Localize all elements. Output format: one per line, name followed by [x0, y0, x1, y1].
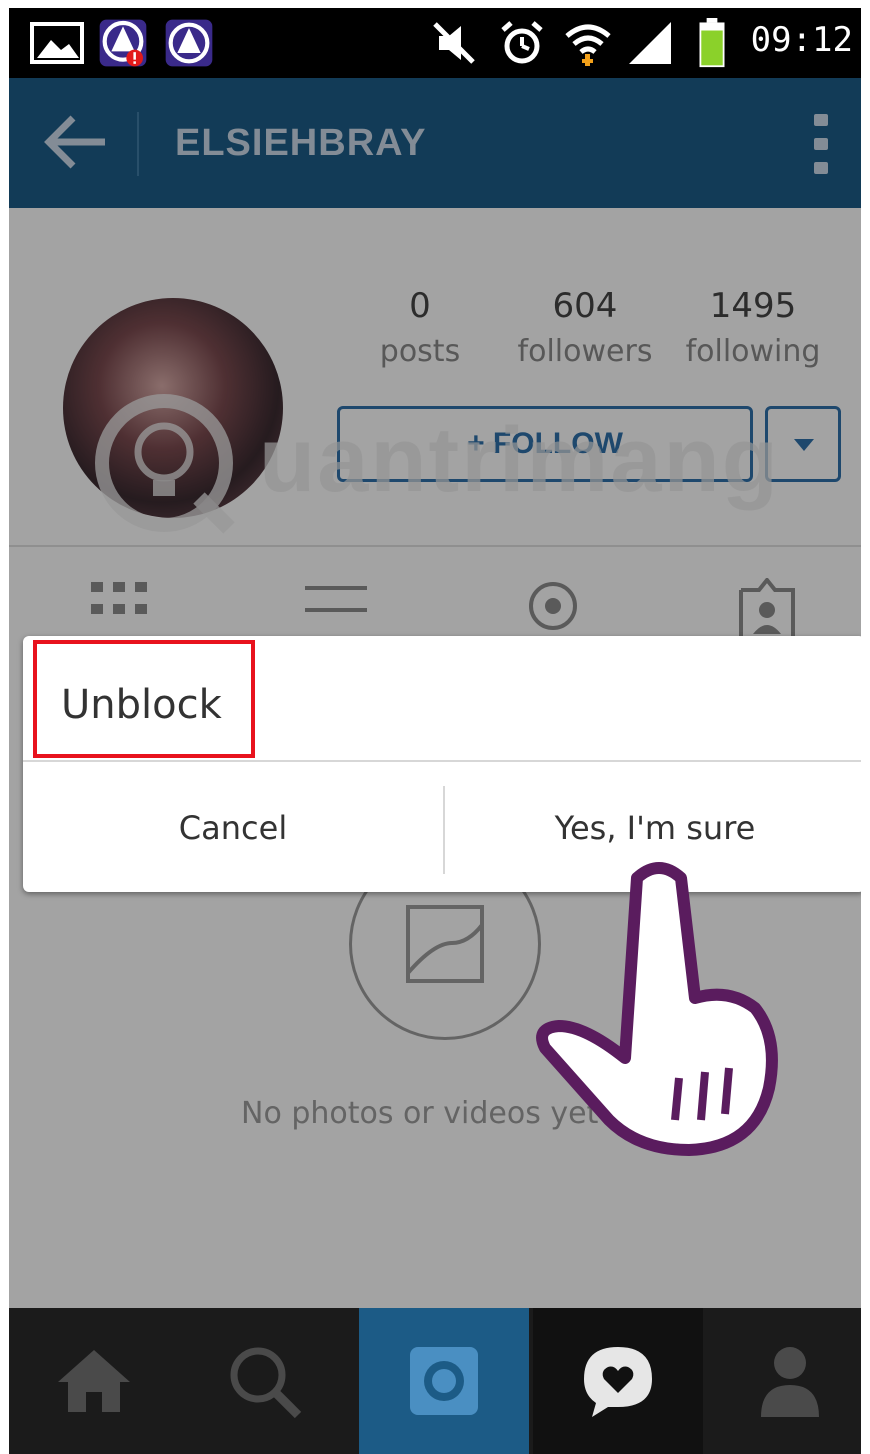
status-bar: 09:12	[9, 8, 861, 78]
dialog-title: Unblock	[61, 682, 222, 728]
activity-heart-icon	[584, 1347, 652, 1417]
home-icon	[58, 1350, 130, 1412]
search-icon	[230, 1347, 302, 1419]
app-alert-icon	[99, 19, 147, 67]
mute-icon	[433, 22, 475, 64]
clock: 09:12	[750, 20, 853, 60]
camera-icon	[410, 1347, 478, 1415]
gallery-icon	[30, 22, 84, 64]
app-icon	[165, 19, 213, 67]
nav-home[interactable]	[9, 1308, 179, 1454]
dialog-title-highlight: Unblock	[33, 640, 255, 758]
signal-icon	[629, 22, 671, 64]
dialog-divider	[23, 760, 861, 762]
unblock-dialog: Unblock Cancel Yes, I'm sure	[23, 636, 861, 892]
battery-icon	[699, 18, 725, 68]
profile-icon	[761, 1347, 819, 1417]
nav-camera[interactable]	[359, 1308, 529, 1454]
cancel-button[interactable]: Cancel	[23, 764, 443, 892]
nav-profile[interactable]	[705, 1308, 861, 1454]
wifi-icon	[565, 24, 611, 66]
alarm-icon	[501, 21, 543, 64]
nav-activity[interactable]	[533, 1308, 703, 1454]
screen: 09:12 ELSIEHBRAY 0 posts 604 followers 1…	[9, 8, 861, 1454]
pointing-hand-icon	[536, 862, 778, 1156]
bottom-nav	[9, 1308, 861, 1454]
nav-search[interactable]	[179, 1308, 349, 1454]
